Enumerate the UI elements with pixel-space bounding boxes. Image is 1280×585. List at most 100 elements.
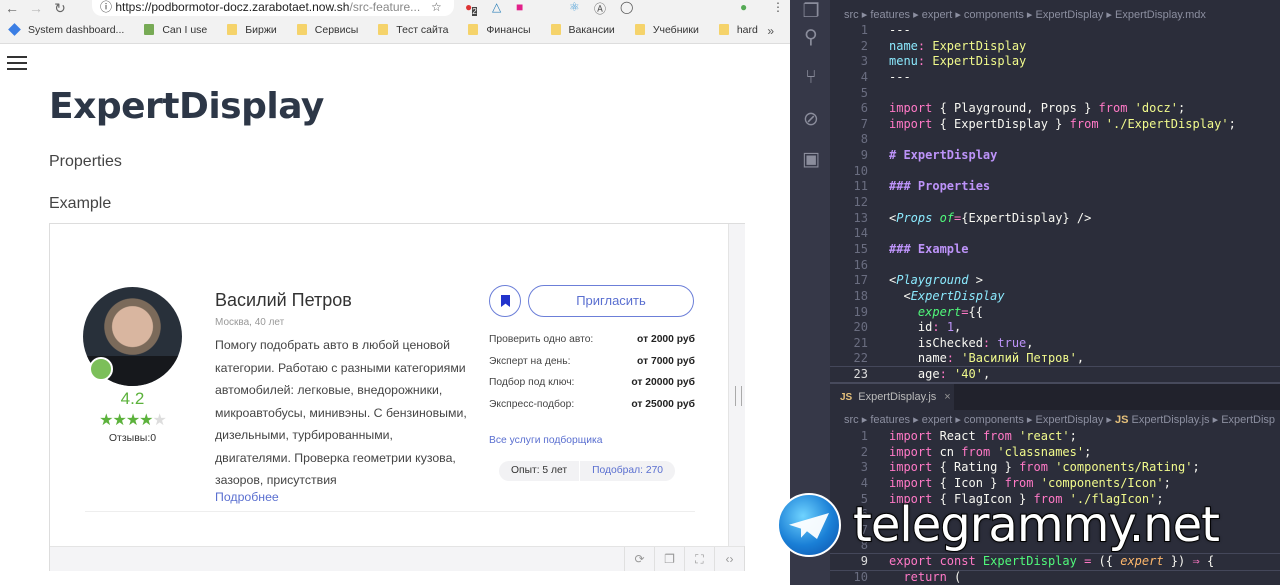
more-link[interactable]: Подробнее — [215, 490, 279, 504]
breadcrumb-item[interactable]: ExpertDisplay.mdx — [1115, 9, 1206, 21]
code-line[interactable]: 22 name: 'Василий Петров', — [830, 351, 1280, 367]
folder-icon — [550, 24, 561, 35]
resize-handle[interactable] — [728, 224, 745, 546]
fullscreen-icon[interactable]: ⛶ — [684, 547, 714, 571]
code-line[interactable]: 5 — [830, 86, 1280, 102]
code-line[interactable]: 3 menu: ExpertDisplay — [830, 54, 1280, 70]
back-button[interactable]: ← — [0, 0, 24, 16]
code-line[interactable]: 12 — [830, 195, 1280, 211]
code-line[interactable]: 15 ### Example — [830, 242, 1280, 258]
bookmark-item[interactable]: Вакансии — [550, 24, 615, 36]
code-line[interactable]: 4 --- — [830, 70, 1280, 86]
refresh-icon[interactable]: ⟳ — [624, 547, 654, 571]
forward-button[interactable]: → — [24, 0, 48, 16]
expert-card: 4.2 ★★★★★ Отзывы:0 Василий Петров Москва… — [50, 224, 728, 546]
profile-avatar[interactable]: ● — [740, 0, 747, 14]
bookmarks-more-button[interactable]: » — [767, 24, 774, 38]
info-icon[interactable]: ⓘ — [100, 0, 115, 14]
code-line[interactable]: 2 name: ExpertDisplay — [830, 39, 1280, 55]
code-line[interactable]: 14 — [830, 226, 1280, 242]
bookmark-item[interactable]: Сервисы — [296, 24, 358, 36]
code-line[interactable]: 3 import { Rating } from 'components/Rati… — [830, 460, 1280, 476]
hamburger-menu-icon[interactable] — [7, 56, 27, 70]
close-icon[interactable]: × — [944, 391, 950, 403]
breadcrumb-item[interactable]: components — [964, 9, 1024, 21]
watermark: telegrammy.net — [777, 490, 1221, 560]
code-line[interactable]: 20 id: 1, — [830, 320, 1280, 336]
price-value: от 2000 руб — [637, 334, 695, 345]
breadcrumb-item[interactable]: features — [870, 414, 910, 426]
code-line[interactable]: 23 age: '40', — [830, 366, 1280, 382]
price-row: Подбор под ключ: от 20000 руб — [489, 377, 695, 399]
invite-button[interactable]: Пригласить — [528, 285, 694, 317]
breadcrumb-item[interactable]: ExpertDisplay.js — [1132, 414, 1210, 426]
code-line[interactable]: 13 < Props of = {ExpertDisplay} /> — [830, 211, 1280, 227]
code-line[interactable]: 10 return ( — [830, 570, 1280, 585]
address-bar[interactable]: ⓘ https://podbormotor-docz.zarabotaet.no… — [92, 0, 454, 16]
explorer-icon[interactable]: ❐ — [800, 0, 822, 22]
code-line[interactable]: 11 ### Properties — [830, 179, 1280, 195]
code-line[interactable]: 16 — [830, 258, 1280, 274]
all-services-link[interactable]: Все услуги подборщика — [489, 435, 602, 446]
search-icon[interactable]: ⚲ — [800, 26, 822, 48]
source-control-icon[interactable]: ⑂ — [800, 66, 822, 88]
code-line[interactable]: 2 import cn from 'classnames'; — [830, 445, 1280, 461]
code-line[interactable]: 18 < ExpertDisplay — [830, 289, 1280, 305]
menu-icon[interactable]: ⋮ — [772, 0, 784, 14]
code-line[interactable]: 8 — [830, 132, 1280, 148]
breadcrumb-item[interactable]: expert — [922, 414, 953, 426]
extension-icon[interactable]: ●2 — [465, 0, 477, 17]
line-number: 5 — [860, 85, 868, 100]
bookmark-star-icon[interactable]: ☆ — [431, 0, 442, 14]
code-line[interactable]: 1 import React from 'react'; — [830, 429, 1280, 445]
reload-button[interactable]: ↻ — [48, 0, 72, 17]
breadcrumb-item[interactable]: features — [870, 9, 910, 21]
extension-icon[interactable]: ◯ — [620, 0, 633, 14]
debug-icon[interactable]: ⊘ — [800, 108, 822, 130]
code-line[interactable]: 21 isChecked: true, — [830, 336, 1280, 352]
divider — [85, 511, 695, 512]
star-icon: ★ — [152, 412, 167, 429]
breadcrumb-item[interactable]: ExpertDisplay — [1036, 414, 1104, 426]
breadcrumb-item[interactable]: src — [844, 414, 859, 426]
copy-icon[interactable]: ❐ — [654, 547, 684, 571]
bookmark-item[interactable]: Учебники — [634, 24, 699, 36]
code-token: ( — [946, 569, 962, 584]
code-line[interactable]: 9 # ExpertDisplay — [830, 148, 1280, 164]
code-line[interactable]: 17 < Playground > — [830, 273, 1280, 289]
bookmark-item[interactable]: hard — [718, 24, 758, 36]
bookmark-item[interactable]: System dashboard... — [8, 23, 124, 36]
breadcrumb-item[interactable]: ExpertDisplay — [1036, 9, 1104, 21]
extension-icon[interactable]: ■ — [516, 0, 523, 14]
bookmark-item[interactable]: Биржи — [227, 24, 277, 36]
code-token: from — [982, 429, 1012, 443]
code-token: {ExpertDisplay} /> — [961, 210, 1092, 225]
code-line[interactable]: 1 --- — [830, 23, 1280, 39]
code-line[interactable]: 10 — [830, 164, 1280, 180]
code-icon[interactable]: ‹› — [714, 547, 744, 571]
line-number: 16 — [853, 257, 868, 272]
react-devtools-icon[interactable]: ⚛ — [569, 0, 580, 14]
code-token: '40' — [954, 367, 983, 382]
code-token: 'docz' — [1127, 101, 1179, 116]
line-number: 17 — [853, 273, 868, 288]
code-token: ; — [1069, 429, 1077, 443]
breadcrumb-item[interactable]: components — [964, 414, 1024, 426]
code-line[interactable]: 6 import { Playground, Props } from 'docz… — [830, 101, 1280, 117]
bookmark-item[interactable]: Тест сайта — [378, 24, 448, 36]
extensions-icon[interactable]: ▣ — [800, 148, 822, 170]
bookmark-item[interactable]: Can I use — [144, 24, 207, 36]
breadcrumb-item[interactable]: ExpertDisp — [1221, 414, 1275, 426]
price-label: Эксперт на день: — [489, 355, 571, 367]
extension-icon[interactable]: Ⓐ — [594, 0, 606, 17]
bookmark-button[interactable] — [489, 285, 521, 317]
code-line[interactable]: 19 expert ={{ — [830, 305, 1280, 321]
breadcrumb-item[interactable]: src — [844, 9, 859, 21]
breadcrumb-item[interactable]: expert — [922, 9, 953, 21]
extension-icon[interactable]: △ — [492, 0, 501, 14]
code-line[interactable]: 7 import { ExpertDisplay } from './Expert… — [830, 117, 1280, 133]
bookmark-item[interactable]: Финансы — [468, 24, 531, 36]
line-number: 9 — [860, 148, 868, 163]
editor-top[interactable]: 1 --- 2 name: ExpertDisplay 3 menu: ExpertDis… — [830, 23, 1280, 382]
tab-expertdisplay-js[interactable]: JS ExpertDisplay.js × — [830, 384, 954, 410]
